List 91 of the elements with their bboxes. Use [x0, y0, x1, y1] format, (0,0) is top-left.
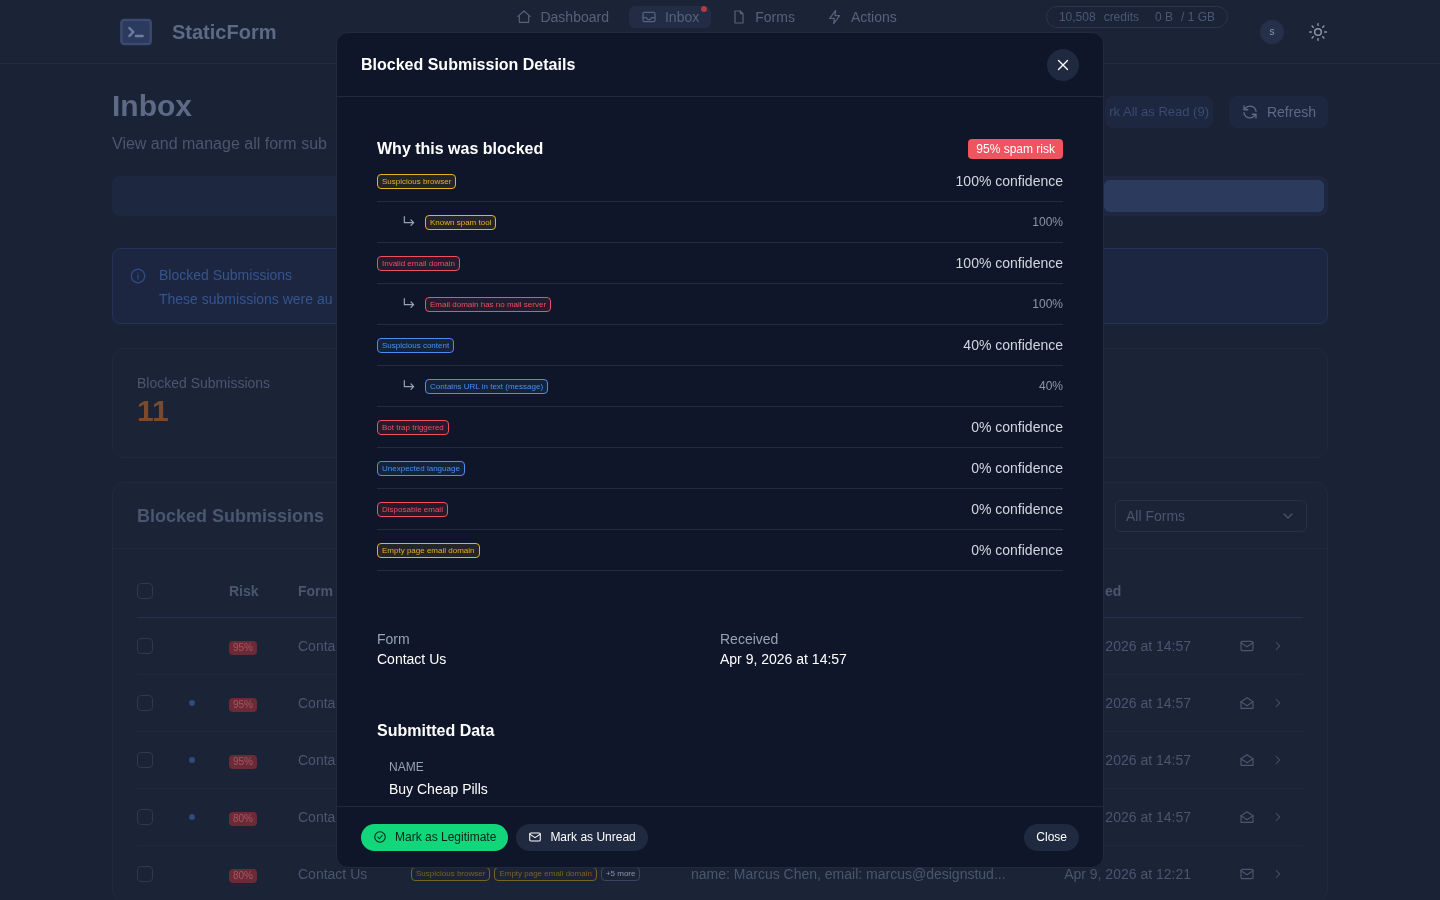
field-value: Buy Cheap Pills	[389, 780, 488, 799]
column-header: Risk	[229, 582, 259, 599]
select-all-checkbox[interactable]	[137, 582, 153, 599]
stat-value: 11	[137, 393, 169, 429]
mail-icon[interactable]	[1239, 866, 1255, 882]
reason-tag: Contains URL in text (message)	[425, 378, 549, 394]
section-title: Submitted Data	[377, 721, 495, 741]
risk-badge: 95%	[229, 755, 257, 770]
open-envelope-icon[interactable]	[1239, 752, 1255, 768]
bolt-icon	[826, 9, 843, 25]
page-title: Inbox	[112, 88, 192, 124]
confidence-value: 40% confidence	[963, 336, 1063, 355]
form-filter-select[interactable]: All Forms	[1115, 499, 1307, 532]
column-header: Form	[298, 582, 333, 599]
reason-tag: Bot trap triggered	[377, 419, 449, 435]
confidence-value: 100%	[1032, 214, 1063, 230]
stat-label: Blocked Submissions	[137, 374, 271, 393]
received-date: 2026 at 14:57	[1105, 695, 1191, 711]
nav-tab[interactable]: Inbox	[628, 6, 712, 28]
refresh-button[interactable]: Refresh	[1228, 96, 1328, 128]
mail-icon[interactable]	[1239, 638, 1255, 654]
row-checkbox[interactable]	[137, 809, 153, 825]
confidence-value: 40%	[1038, 378, 1063, 394]
form-name: Conta	[298, 809, 336, 825]
risk-badge: 95%	[229, 698, 257, 713]
column-header: ed	[1105, 582, 1122, 599]
meta-value: Apr 9, 2026 at 14:57	[720, 650, 847, 669]
field-label: NAME	[389, 759, 424, 775]
form-name: Conta	[298, 752, 336, 768]
reason-tag: Suspicious browser	[377, 173, 457, 189]
open-envelope-icon[interactable]	[1239, 809, 1255, 825]
confidence-value: 100%	[1032, 296, 1063, 312]
dialog-title: Blocked Submission Details	[361, 54, 576, 75]
mark-legitimate-button[interactable]: Mark as Legitimate	[361, 823, 509, 851]
credits-count: 10,508	[1058, 9, 1096, 25]
close-button[interactable]	[1047, 48, 1079, 81]
mail-icon	[528, 830, 543, 844]
reason-tag: Unexpected language	[377, 460, 465, 476]
risk-badge: 80%	[229, 869, 257, 884]
reason-tag: Email domain has no mail server	[425, 296, 552, 312]
inbox-icon	[640, 9, 657, 25]
confidence-value: 100% confidence	[955, 254, 1063, 273]
form-name: Conta	[298, 695, 336, 711]
page-subtitle: View and manage all form sub	[112, 134, 327, 154]
table-title: Blocked Submissions	[137, 504, 325, 528]
reason-tag: Disposable email	[377, 501, 448, 517]
form-name: Contact Us	[298, 866, 368, 882]
message-preview: name: Marcus Chen, email: marcus@designstud...	[691, 866, 1006, 882]
mark-unread-button[interactable]: Mark as Unread	[516, 823, 648, 851]
info-title: Blocked Submissions	[159, 266, 293, 285]
refresh-icon	[1240, 103, 1259, 121]
meta-value: Contact Us	[377, 650, 447, 669]
app-name: StaticForm	[172, 19, 277, 45]
nav-tab[interactable]: Actions	[814, 6, 909, 28]
reason-tag: Suspicious content	[377, 337, 455, 353]
section-title: Why this was blocked	[377, 139, 544, 159]
reason-tag: Known spam tool	[425, 214, 497, 230]
credits-label: credits	[1103, 9, 1139, 25]
form-name: Conta	[298, 638, 336, 654]
meta-label: Received	[720, 630, 779, 649]
risk-badge: 95%	[229, 641, 257, 656]
confidence-value: 0% confidence	[971, 500, 1063, 519]
reason-tag: Empty page email domain	[377, 542, 480, 558]
received-date: 2026 at 14:57	[1105, 638, 1191, 654]
avatar[interactable]: s	[1260, 19, 1284, 44]
nav-tab[interactable]: Forms	[719, 6, 807, 28]
meta-label: Form	[377, 630, 410, 649]
row-checkbox[interactable]	[137, 695, 153, 711]
received-date: 2026 at 14:57	[1105, 809, 1191, 825]
sun-icon[interactable]	[1308, 21, 1328, 42]
check-circle-icon	[373, 830, 387, 844]
storage-total: / 1 GB	[1181, 9, 1215, 25]
storage-used: 0 B	[1154, 9, 1173, 25]
info-icon	[129, 267, 147, 285]
risk-badge: 80%	[229, 812, 257, 827]
confidence-value: 0% confidence	[971, 418, 1063, 437]
open-envelope-icon[interactable]	[1239, 695, 1255, 711]
info-text: These submissions were au	[159, 290, 333, 309]
close-dialog-button[interactable]: Close	[1024, 823, 1079, 851]
row-checkbox[interactable]	[137, 752, 153, 768]
received-date: 2026 at 14:57	[1105, 752, 1191, 768]
confidence-value: 100% confidence	[955, 172, 1063, 191]
spam-risk-badge: 95% spam risk	[968, 139, 1063, 159]
confidence-value: 0% confidence	[971, 541, 1063, 560]
reason-tag: Invalid email domain	[377, 255, 460, 271]
received-date: Apr 9, 2026 at 12:21	[1064, 866, 1191, 882]
nav-tab[interactable]: Dashboard	[504, 6, 621, 28]
row-checkbox[interactable]	[137, 638, 153, 654]
home-icon	[516, 9, 533, 25]
row-checkbox[interactable]	[137, 866, 153, 882]
confidence-value: 0% confidence	[971, 459, 1063, 478]
